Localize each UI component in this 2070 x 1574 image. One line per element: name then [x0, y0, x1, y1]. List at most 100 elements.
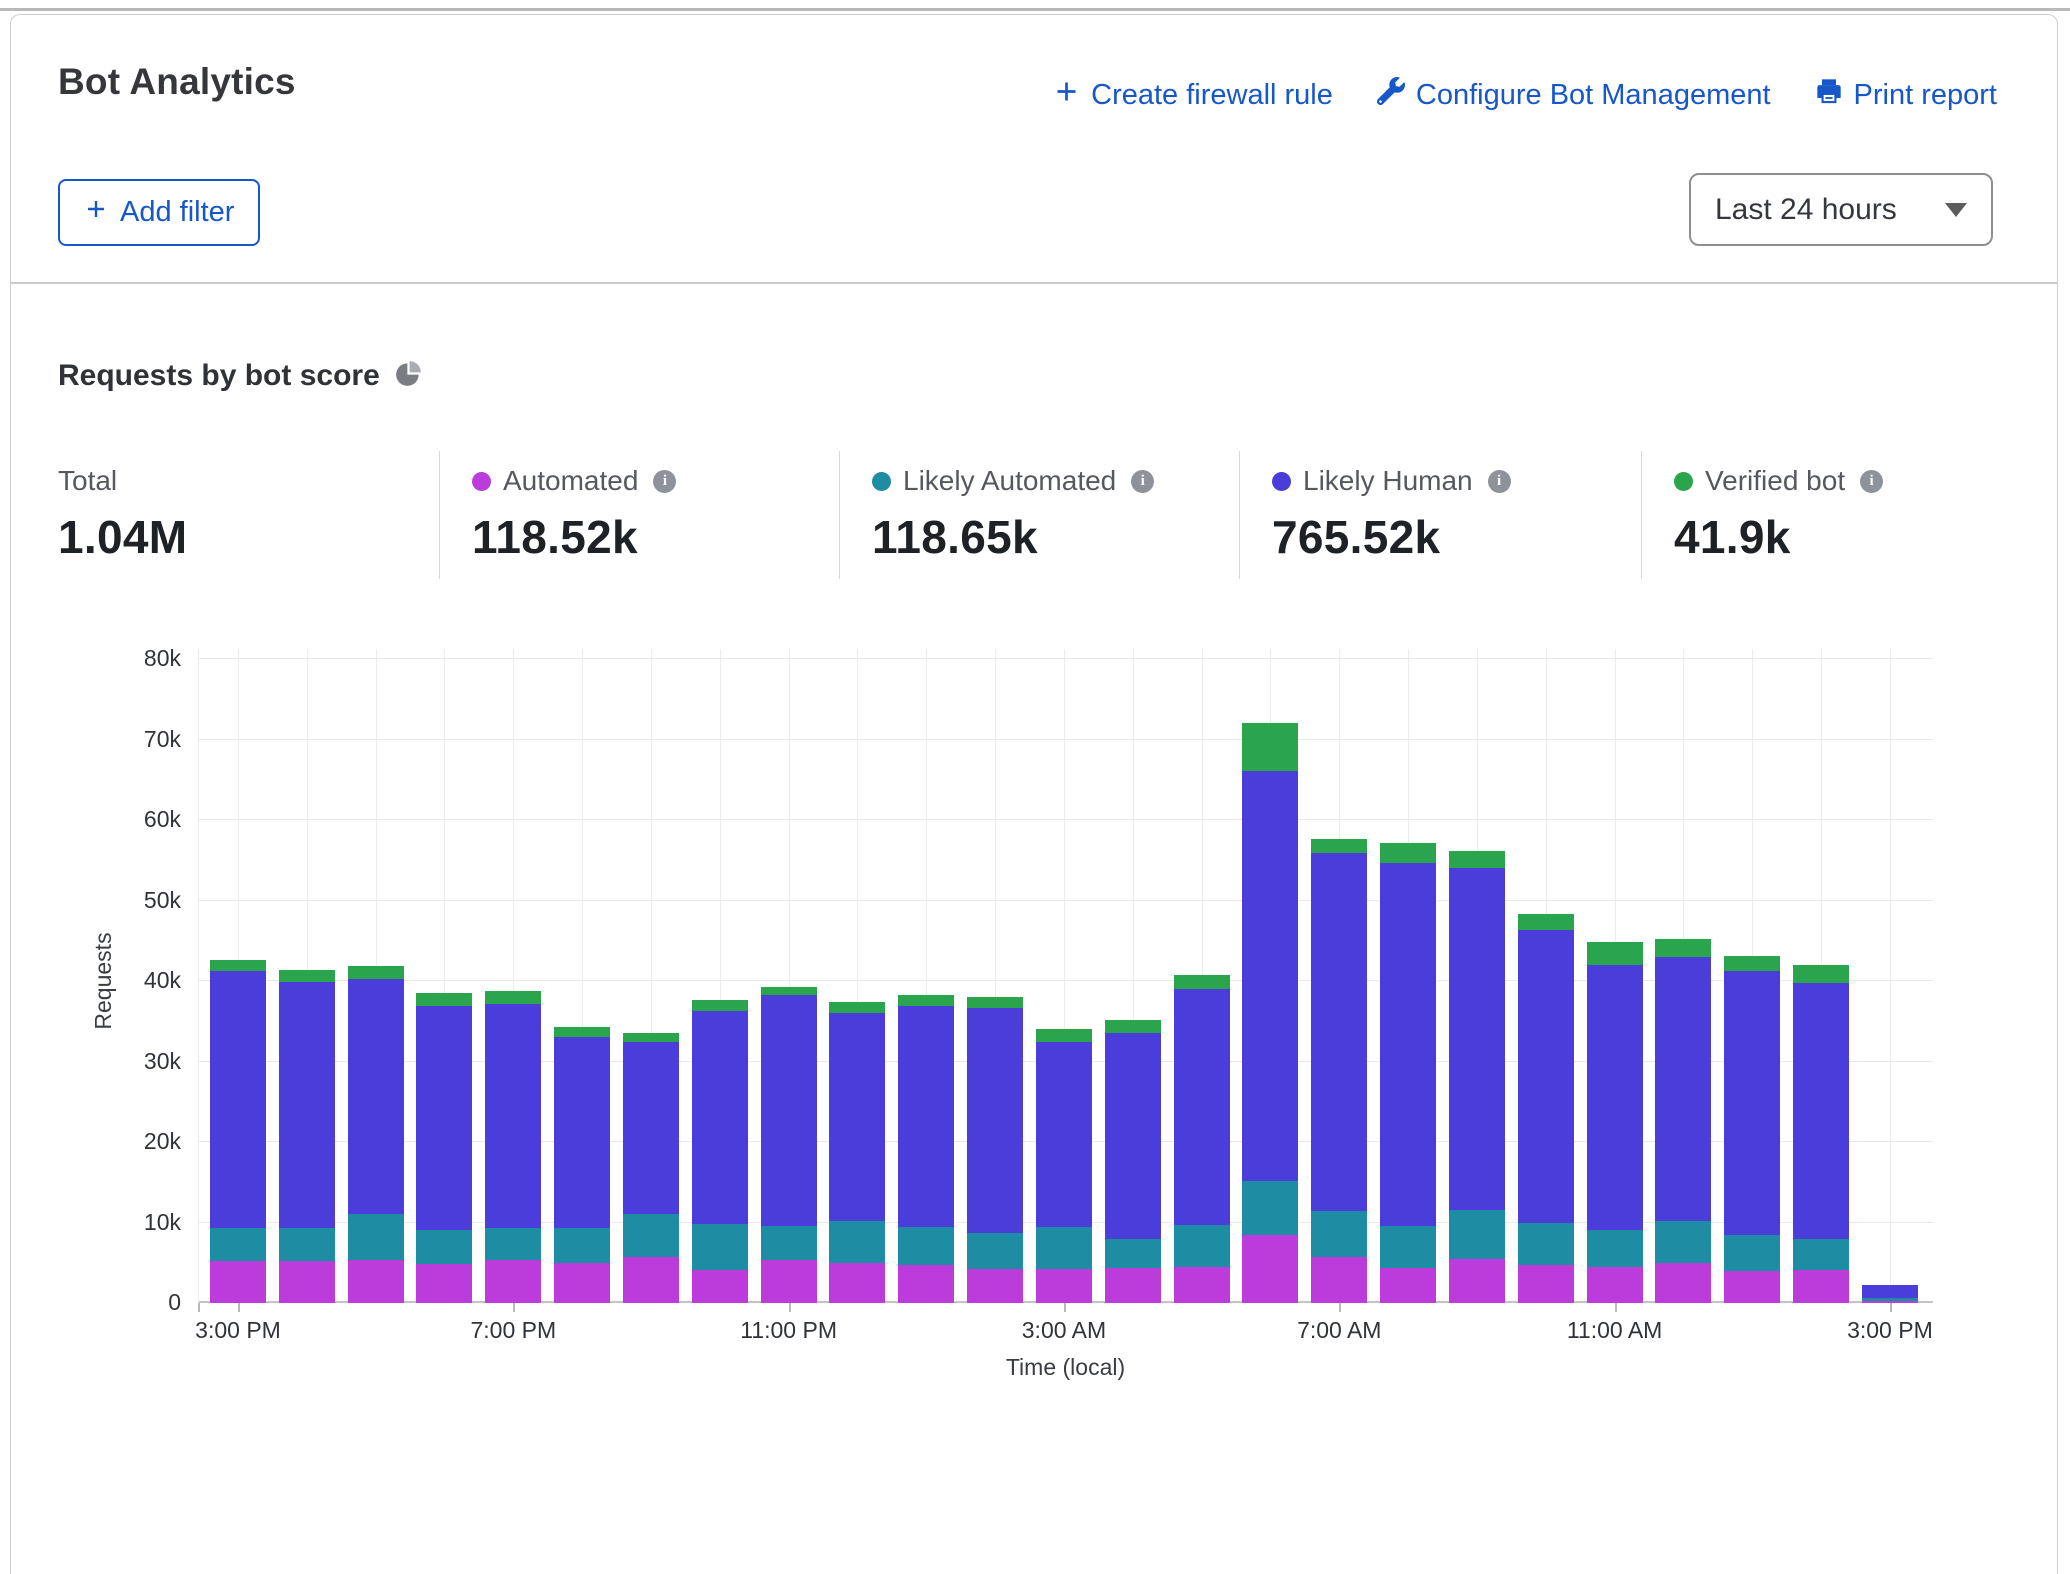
- stat-value: 118.52k: [472, 510, 839, 564]
- plus-icon: [1053, 78, 1080, 113]
- segment-likely-automated: [348, 1214, 404, 1260]
- bar-5-00-pm[interactable]: [348, 966, 404, 1303]
- bar-3-00-am[interactable]: [1036, 1029, 1092, 1303]
- bar-3-00-pm[interactable]: [210, 960, 266, 1303]
- bar-9-00-am[interactable]: [1449, 851, 1505, 1303]
- bar-7-00-pm[interactable]: [485, 991, 541, 1303]
- wrench-icon: [1377, 77, 1405, 113]
- segment-likely-automated: [761, 1226, 817, 1261]
- segment-verified-bot: [416, 993, 472, 1006]
- bar-2-00-pm[interactable]: [1793, 965, 1849, 1303]
- y-tick-label: 40k: [101, 967, 181, 994]
- bar-8-00-pm[interactable]: [554, 1027, 610, 1303]
- segment-likely-human: [1518, 930, 1574, 1223]
- bar-6-00-am[interactable]: [1242, 723, 1298, 1303]
- segment-likely-automated: [1311, 1211, 1367, 1257]
- segment-likely-automated: [967, 1233, 1023, 1269]
- gridline: [198, 900, 1933, 901]
- bar-4-00-pm[interactable]: [279, 970, 335, 1303]
- segment-likely-human: [485, 1004, 541, 1229]
- bar-5-00-am[interactable]: [1174, 975, 1230, 1303]
- bar-1-00-am[interactable]: [898, 995, 954, 1303]
- bar-3-00-pm[interactable]: [1862, 1285, 1918, 1303]
- segment-likely-automated: [279, 1228, 335, 1261]
- bar-10-00-am[interactable]: [1518, 914, 1574, 1303]
- bar-9-00-pm[interactable]: [623, 1033, 679, 1303]
- segment-automated: [1311, 1257, 1367, 1303]
- x-tick-label: 3:00 AM: [1022, 1317, 1106, 1344]
- segment-verified-bot: [210, 960, 266, 971]
- y-tick-label: 10k: [101, 1209, 181, 1236]
- stat-value: 41.9k: [1674, 510, 2041, 564]
- segment-likely-automated: [1724, 1235, 1780, 1270]
- time-range-select[interactable]: Last 24 hours: [1689, 173, 1993, 246]
- segment-likely-automated: [1380, 1226, 1436, 1269]
- segment-likely-automated: [623, 1214, 679, 1257]
- segment-likely-automated: [1036, 1227, 1092, 1270]
- segment-likely-human: [416, 1006, 472, 1230]
- bar-11-00-am[interactable]: [1587, 942, 1643, 1303]
- bar-2-00-am[interactable]: [967, 997, 1023, 1303]
- bar-12-00-am[interactable]: [829, 1002, 885, 1303]
- info-icon[interactable]: i: [1860, 470, 1883, 493]
- chart-plot-area: 3:00 PM7:00 PM11:00 PM3:00 AM7:00 AM11:0…: [198, 659, 1933, 1303]
- info-icon[interactable]: i: [653, 470, 676, 493]
- segment-likely-human: [898, 1006, 954, 1227]
- segment-verified-bot: [967, 997, 1023, 1008]
- segment-likely-automated: [485, 1228, 541, 1260]
- segment-automated: [692, 1270, 748, 1303]
- segment-likely-human: [1862, 1285, 1918, 1298]
- bar-8-00-am[interactable]: [1380, 843, 1436, 1303]
- segment-likely-automated: [1518, 1223, 1574, 1265]
- bar-11-00-pm[interactable]: [761, 987, 817, 1303]
- verified-bot-legend-dot: [1674, 472, 1693, 491]
- segment-likely-automated: [1793, 1239, 1849, 1270]
- segment-likely-human: [1380, 863, 1436, 1226]
- action-create-firewall-rule[interactable]: Create firewall rule: [1053, 78, 1333, 113]
- axis-tick: [1615, 1303, 1617, 1312]
- segment-likely-automated: [554, 1228, 610, 1263]
- segment-automated: [279, 1261, 335, 1303]
- segment-automated: [1380, 1268, 1436, 1303]
- bar-7-00-am[interactable]: [1311, 839, 1367, 1303]
- likely-human-legend-dot: [1272, 472, 1291, 491]
- stat-automated: Automated i 118.52k: [439, 451, 839, 579]
- segment-verified-bot: [1174, 975, 1230, 989]
- info-icon[interactable]: i: [1131, 470, 1154, 493]
- bar-12-00-pm[interactable]: [1655, 939, 1711, 1303]
- add-filter-button[interactable]: Add filter: [58, 179, 260, 246]
- segment-likely-human: [967, 1008, 1023, 1233]
- segment-verified-bot: [623, 1033, 679, 1043]
- segment-verified-bot: [1380, 843, 1436, 863]
- time-range-value: Last 24 hours: [1715, 193, 1897, 227]
- axis-tick: [198, 1303, 200, 1312]
- stat-label: Verified bot: [1705, 465, 1845, 497]
- y-tick-label: 70k: [101, 726, 181, 753]
- y-tick-label: 60k: [101, 806, 181, 833]
- stat-value: 1.04M: [58, 510, 439, 564]
- bar-4-00-am[interactable]: [1105, 1020, 1161, 1303]
- axis-tick: [1064, 1303, 1066, 1312]
- segment-verified-bot: [1587, 942, 1643, 965]
- x-tick-label: 11:00 AM: [1567, 1317, 1662, 1344]
- bar-1-00-pm[interactable]: [1724, 956, 1780, 1303]
- segment-likely-human: [1036, 1042, 1092, 1226]
- y-tick-label: 80k: [101, 645, 181, 672]
- segment-automated: [967, 1269, 1023, 1303]
- action-configure-bot-management[interactable]: Configure Bot Management: [1377, 77, 1771, 113]
- segment-verified-bot: [692, 1000, 748, 1011]
- segment-verified-bot: [554, 1027, 610, 1037]
- action-print-report[interactable]: Print report: [1815, 77, 1997, 113]
- bar-6-00-pm[interactable]: [416, 993, 472, 1303]
- segment-verified-bot: [348, 966, 404, 979]
- segment-verified-bot: [761, 987, 817, 994]
- plot-left-edge: [198, 649, 199, 1303]
- gridline: [198, 819, 1933, 820]
- info-icon[interactable]: i: [1488, 470, 1511, 493]
- gridline: [1890, 649, 1891, 1303]
- segment-likely-automated: [210, 1228, 266, 1261]
- stat-label: Automated: [503, 465, 638, 497]
- segment-likely-human: [1724, 971, 1780, 1236]
- action-label: Configure Bot Management: [1416, 79, 1771, 112]
- bar-10-00-pm[interactable]: [692, 1000, 748, 1303]
